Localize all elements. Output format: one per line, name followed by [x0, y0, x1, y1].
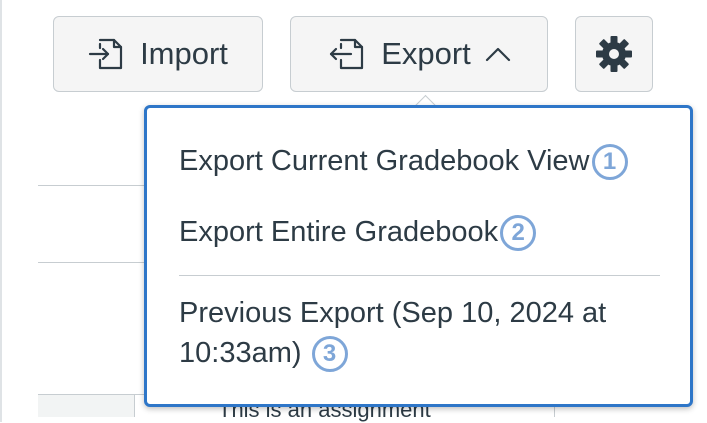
settings-button[interactable]: [575, 16, 653, 92]
chevron-up-icon: [485, 46, 511, 62]
frame-edge: [0, 0, 2, 422]
export-label: Export: [381, 36, 471, 71]
callout-badge: 3: [311, 336, 348, 373]
gear-icon: [594, 34, 634, 74]
menu-item-label: Export Entire Gradebook: [179, 216, 499, 248]
export-button[interactable]: Export: [290, 16, 548, 92]
menu-item-export-entire-gradebook[interactable]: Export Entire Gradebook 2: [179, 215, 537, 252]
export-menu: Export Current Gradebook View 1 Export En…: [144, 105, 693, 407]
menu-item-label: Previous Export (Sep 10, 2024 at 10:33am…: [179, 297, 607, 369]
grid-line: [38, 185, 148, 186]
menu-item-export-current-view[interactable]: Export Current Gradebook View 1: [179, 144, 628, 181]
import-button[interactable]: Import: [53, 16, 263, 92]
menu-item-previous-export[interactable]: Previous Export (Sep 10, 2024 at 10:33am…: [179, 293, 679, 373]
import-label: Import: [140, 36, 228, 71]
grid-line: [38, 262, 148, 263]
export-icon: [327, 36, 367, 72]
import-icon: [88, 36, 126, 72]
menu-item-label: Export Current Gradebook View: [179, 145, 590, 177]
callout-badge: 2: [500, 215, 537, 252]
table-cell: [38, 395, 135, 417]
callout-badge: 1: [591, 144, 628, 181]
menu-divider: [179, 275, 660, 276]
